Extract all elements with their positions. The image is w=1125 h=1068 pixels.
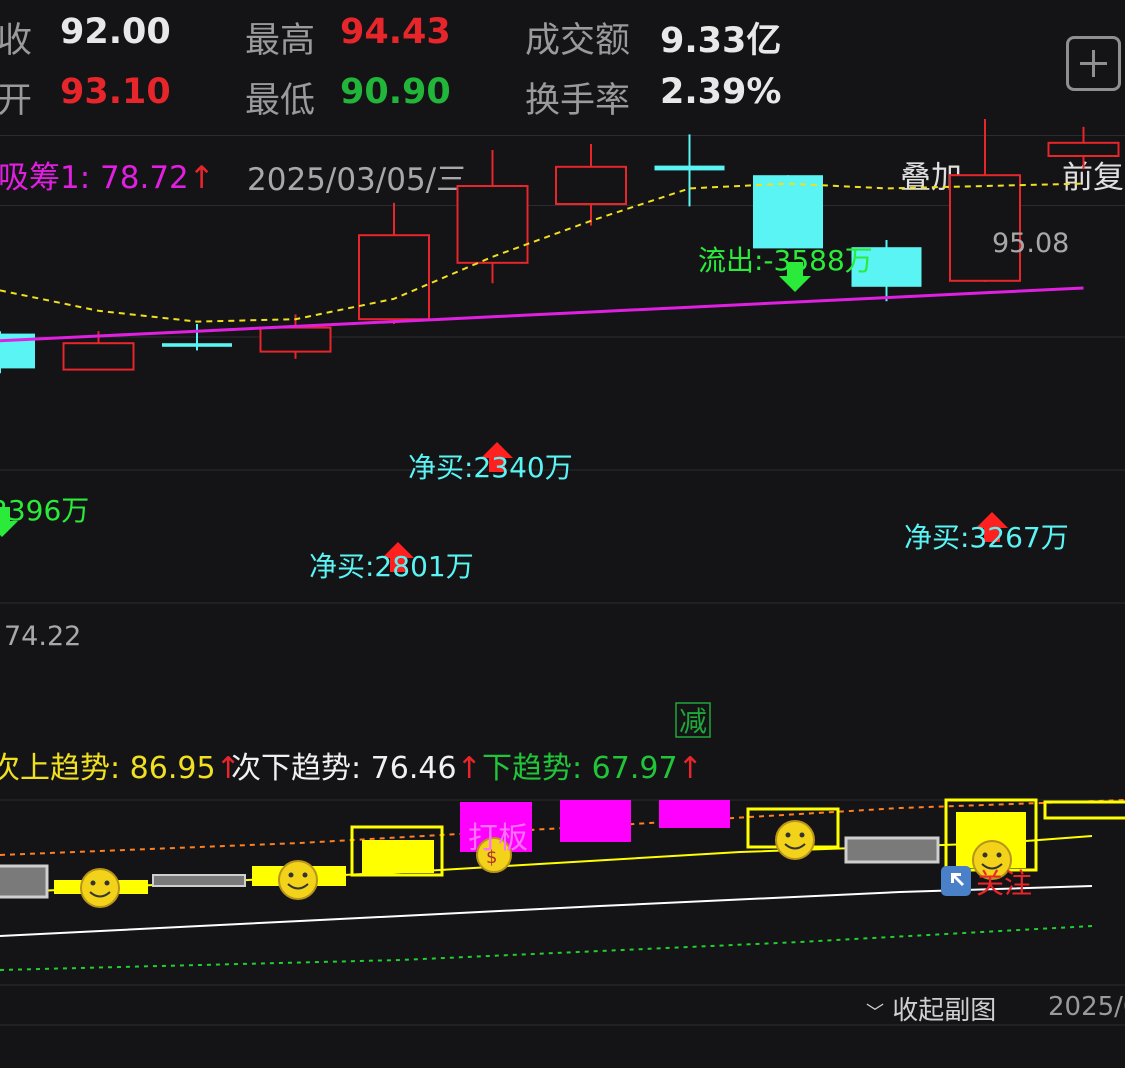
candle-body [1047,141,1120,158]
sub-green-line [0,925,1093,971]
down-trend-value: 下趋势: 67.97 [482,751,678,786]
candle-body [162,343,232,347]
chevron-down-icon: ﹀ [866,1002,884,1024]
collapse-label: 收起副图 [892,996,997,1026]
candle-body [555,165,627,206]
annotation-netbuy-2: 净买:2340万 [408,451,573,484]
sub-bar [362,840,434,873]
sub-bar [0,864,49,899]
smiley-icon [80,868,120,908]
sub-bar [1043,800,1125,820]
follow-arrow-icon [941,866,971,896]
down-trend-readout: 下趋势: 67.97↑ [482,750,703,788]
smiley-icon [775,820,815,860]
candle-body [62,342,135,371]
signal-label: 减 [679,705,707,738]
candle-body [654,165,725,171]
annotation-netbuy-3: 净买:3267万 [904,521,1069,554]
lower-trend-readout: 次下趋势: 76.46↑ [231,750,482,788]
candle-body [259,326,332,353]
sub-bar [659,800,730,828]
signal-arrows [0,262,1008,572]
annotation-outflow-2: 流出:-3588万 [698,244,873,277]
kline-chart[interactable]: 95.08 74.22 3396万 净买:2801万 净买:2340万 流出:-… [0,0,1125,1068]
sub-bar [844,836,940,864]
annotation-netbuy-1: 净买:2801万 [309,550,474,583]
sub-white-line [0,885,1093,937]
candle-body [753,175,823,249]
min-price-label: 74.22 [4,621,81,652]
trend-line [0,286,1084,343]
up-arrow-icon: ↑ [456,751,482,786]
candle-body [456,185,529,264]
lower-trend-value: 次下趋势: 76.46 [231,751,457,786]
annotation-outflow-1: 3396万 [0,494,89,527]
upper-trend-value: 次上趋势: 86.95 [0,751,216,786]
sub-bar [152,874,246,887]
upper-trend-readout: 次上趋势: 86.95↑ [0,750,241,788]
collapse-subchart-button[interactable]: ﹀ 收起副图 [866,990,996,1027]
footer-date: 2025/0 [1048,992,1125,1022]
smiley-icon [278,860,318,900]
max-price-label: 95.08 [992,228,1069,259]
sub-bar [560,800,631,842]
daban-label: 打板 [468,821,528,856]
candle-body [358,234,430,321]
up-arrow-icon: ↑ [677,751,703,786]
follow-label: 关注 [976,867,1032,900]
candles-group [0,119,1120,374]
